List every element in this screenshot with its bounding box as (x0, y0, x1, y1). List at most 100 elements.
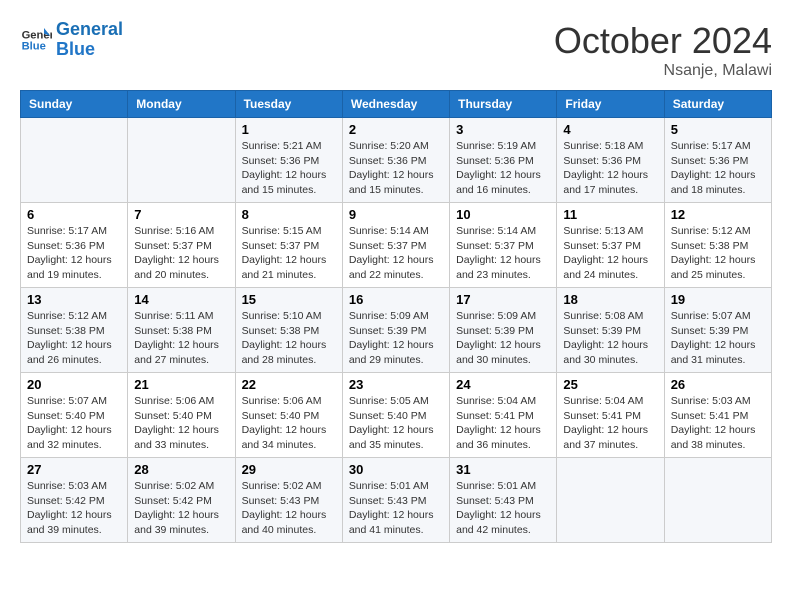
day-info: Sunrise: 5:17 AMSunset: 5:36 PMDaylight:… (27, 224, 121, 283)
day-number: 24 (456, 377, 550, 392)
day-info: Sunrise: 5:10 AMSunset: 5:38 PMDaylight:… (242, 309, 336, 368)
day-info: Sunrise: 5:08 AMSunset: 5:39 PMDaylight:… (563, 309, 657, 368)
day-info: Sunrise: 5:13 AMSunset: 5:37 PMDaylight:… (563, 224, 657, 283)
calendar-cell: 24 Sunrise: 5:04 AMSunset: 5:41 PMDayligh… (450, 373, 557, 458)
day-info: Sunrise: 5:20 AMSunset: 5:36 PMDaylight:… (349, 139, 443, 198)
weekday-header-saturday: Saturday (664, 91, 771, 118)
calendar-cell: 17Sunrise: 5:09 AMSunset: 5:39 PMDayligh… (450, 288, 557, 373)
weekday-header-tuesday: Tuesday (235, 91, 342, 118)
day-info: Sunrise: 5:06 AMSunset: 5:40 PMDaylight:… (134, 394, 228, 453)
day-number: 6 (27, 207, 121, 222)
weekday-header-thursday: Thursday (450, 91, 557, 118)
day-number: 29 (242, 462, 336, 477)
week-row-2: 6 Sunrise: 5:17 AMSunset: 5:36 PMDaylight… (21, 203, 772, 288)
day-number: 20 (27, 377, 121, 392)
day-info: Sunrise: 5:11 AMSunset: 5:38 PMDaylight:… (134, 309, 228, 368)
day-info: Sunrise: 5:19 AMSunset: 5:36 PMDaylight:… (456, 139, 550, 198)
calendar-cell: 23 Sunrise: 5:05 AMSunset: 5:40 PMDayligh… (342, 373, 449, 458)
calendar-cell: 3 Sunrise: 5:19 AMSunset: 5:36 PMDaylight… (450, 118, 557, 203)
logo-icon: General Blue (20, 24, 52, 56)
calendar-cell: 16 Sunrise: 5:09 AMSunset: 5:39 PMDayligh… (342, 288, 449, 373)
day-number: 15 (242, 292, 336, 307)
day-info: Sunrise: 5:18 AMSunset: 5:36 PMDaylight:… (563, 139, 657, 198)
calendar-cell: 21 Sunrise: 5:06 AMSunset: 5:40 PMDayligh… (128, 373, 235, 458)
month-info: October 2024 Nsanje, Malawi (554, 20, 772, 80)
day-info: Sunrise: 5:06 AMSunset: 5:40 PMDaylight:… (242, 394, 336, 453)
day-number: 7 (134, 207, 228, 222)
day-number: 8 (242, 207, 336, 222)
day-info: Sunrise: 5:16 AMSunset: 5:37 PMDaylight:… (134, 224, 228, 283)
day-number: 13 (27, 292, 121, 307)
day-info: Sunrise: 5:07 AMSunset: 5:39 PMDaylight:… (671, 309, 765, 368)
day-number: 14 (134, 292, 228, 307)
calendar-cell: 15 Sunrise: 5:10 AMSunset: 5:38 PMDayligh… (235, 288, 342, 373)
day-number: 11 (563, 207, 657, 222)
svg-text:General: General (22, 29, 52, 41)
day-number: 12 (671, 207, 765, 222)
day-info: Sunrise: 5:01 AMSunset: 5:43 PMDaylight:… (456, 479, 550, 538)
calendar-cell (664, 458, 771, 543)
day-info: Sunrise: 5:09 AMSunset: 5:39 PMDaylight:… (349, 309, 443, 368)
weekday-header-friday: Friday (557, 91, 664, 118)
day-info: Sunrise: 5:07 AMSunset: 5:40 PMDaylight:… (27, 394, 121, 453)
day-number: 4 (563, 122, 657, 137)
day-info: Sunrise: 5:12 AMSunset: 5:38 PMDaylight:… (27, 309, 121, 368)
calendar-cell: 10 Sunrise: 5:14 AMSunset: 5:37 PMDayligh… (450, 203, 557, 288)
logo-text: GeneralBlue (56, 20, 123, 60)
calendar-cell: 7 Sunrise: 5:16 AMSunset: 5:37 PMDaylight… (128, 203, 235, 288)
page-header: General Blue GeneralBlue October 2024 Ns… (20, 20, 772, 80)
week-row-4: 20 Sunrise: 5:07 AMSunset: 5:40 PMDayligh… (21, 373, 772, 458)
day-number: 22 (242, 377, 336, 392)
day-info: Sunrise: 5:03 AMSunset: 5:41 PMDaylight:… (671, 394, 765, 453)
day-number: 5 (671, 122, 765, 137)
calendar-cell: 11 Sunrise: 5:13 AMSunset: 5:37 PMDayligh… (557, 203, 664, 288)
calendar-cell: 1Sunrise: 5:21 AMSunset: 5:36 PMDaylight… (235, 118, 342, 203)
calendar-cell: 8 Sunrise: 5:15 AMSunset: 5:37 PMDaylight… (235, 203, 342, 288)
day-info: Sunrise: 5:03 AMSunset: 5:42 PMDaylight:… (27, 479, 121, 538)
week-row-3: 13 Sunrise: 5:12 AMSunset: 5:38 PMDayligh… (21, 288, 772, 373)
calendar-cell: 19 Sunrise: 5:07 AMSunset: 5:39 PMDayligh… (664, 288, 771, 373)
day-info: Sunrise: 5:05 AMSunset: 5:40 PMDaylight:… (349, 394, 443, 453)
day-number: 18 (563, 292, 657, 307)
day-number: 26 (671, 377, 765, 392)
calendar-cell: 4 Sunrise: 5:18 AMSunset: 5:36 PMDaylight… (557, 118, 664, 203)
day-number: 28 (134, 462, 228, 477)
calendar-cell: 2 Sunrise: 5:20 AMSunset: 5:36 PMDaylight… (342, 118, 449, 203)
weekday-header-wednesday: Wednesday (342, 91, 449, 118)
calendar-cell: 5 Sunrise: 5:17 AMSunset: 5:36 PMDaylight… (664, 118, 771, 203)
day-info: Sunrise: 5:01 AMSunset: 5:43 PMDaylight:… (349, 479, 443, 538)
day-info: Sunrise: 5:17 AMSunset: 5:36 PMDaylight:… (671, 139, 765, 198)
day-info: Sunrise: 5:02 AMSunset: 5:43 PMDaylight:… (242, 479, 336, 538)
week-row-1: 1Sunrise: 5:21 AMSunset: 5:36 PMDaylight… (21, 118, 772, 203)
day-info: Sunrise: 5:09 AMSunset: 5:39 PMDaylight:… (456, 309, 550, 368)
weekday-header-sunday: Sunday (21, 91, 128, 118)
day-number: 23 (349, 377, 443, 392)
calendar-cell: 25Sunrise: 5:04 AMSunset: 5:41 PMDayligh… (557, 373, 664, 458)
calendar-cell (557, 458, 664, 543)
svg-text:Blue: Blue (22, 40, 46, 52)
calendar-cell: 13 Sunrise: 5:12 AMSunset: 5:38 PMDayligh… (21, 288, 128, 373)
day-number: 25 (563, 377, 657, 392)
calendar-cell: 6 Sunrise: 5:17 AMSunset: 5:36 PMDaylight… (21, 203, 128, 288)
calendar-cell: 20 Sunrise: 5:07 AMSunset: 5:40 PMDayligh… (21, 373, 128, 458)
day-number: 21 (134, 377, 228, 392)
day-info: Sunrise: 5:15 AMSunset: 5:37 PMDaylight:… (242, 224, 336, 283)
day-number: 27 (27, 462, 121, 477)
calendar-cell: 27 Sunrise: 5:03 AMSunset: 5:42 PMDayligh… (21, 458, 128, 543)
calendar-cell: 22 Sunrise: 5:06 AMSunset: 5:40 PMDayligh… (235, 373, 342, 458)
day-number: 16 (349, 292, 443, 307)
day-number: 2 (349, 122, 443, 137)
location: Nsanje, Malawi (554, 62, 772, 80)
day-number: 19 (671, 292, 765, 307)
calendar-cell (21, 118, 128, 203)
calendar-cell: 18 Sunrise: 5:08 AMSunset: 5:39 PMDayligh… (557, 288, 664, 373)
calendar-cell: 26 Sunrise: 5:03 AMSunset: 5:41 PMDayligh… (664, 373, 771, 458)
calendar-cell: 9Sunrise: 5:14 AMSunset: 5:37 PMDaylight… (342, 203, 449, 288)
weekday-header-monday: Monday (128, 91, 235, 118)
day-number: 10 (456, 207, 550, 222)
calendar-cell: 14 Sunrise: 5:11 AMSunset: 5:38 PMDayligh… (128, 288, 235, 373)
day-info: Sunrise: 5:04 AMSunset: 5:41 PMDaylight:… (456, 394, 550, 453)
day-info: Sunrise: 5:14 AMSunset: 5:37 PMDaylight:… (456, 224, 550, 283)
day-number: 3 (456, 122, 550, 137)
month-title: October 2024 (554, 20, 772, 62)
